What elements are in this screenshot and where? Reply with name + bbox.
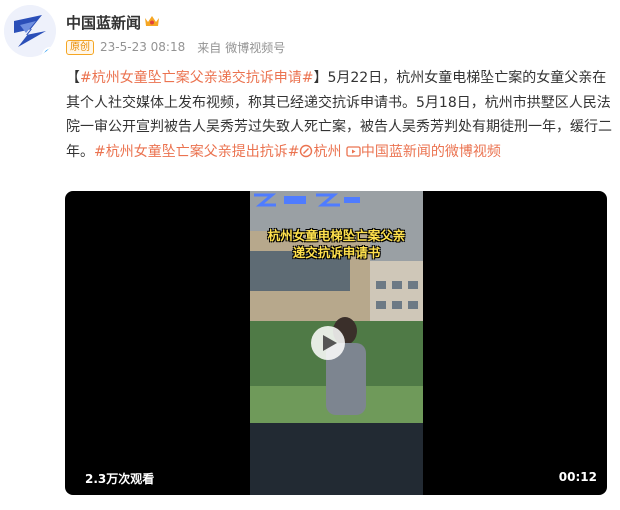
author-name[interactable]: 中国蓝新闻: [66, 12, 141, 33]
crown-icon[interactable]: [143, 13, 161, 29]
weibo-post: v 中国蓝新闻 原创 23-5-23 08:18 来自 微博视频号 【#杭州女童…: [0, 0, 620, 510]
play-button[interactable]: [311, 326, 345, 360]
topic-link-2[interactable]: #杭州女童坠亡案父亲提出抗诉#: [94, 144, 299, 160]
post-source[interactable]: 微博视频号: [225, 39, 285, 56]
location-icon: [300, 144, 313, 157]
video-duration: 00:12: [558, 470, 597, 484]
bracket-close: 】: [313, 70, 328, 86]
view-count: 2.3万次观看: [85, 472, 155, 486]
overlay-line-2: 递交抗诉申请书: [292, 245, 381, 260]
post-meta: 原创 23-5-23 08:18 来自 微博视频号: [66, 39, 285, 55]
post-text: 【#杭州女童坠亡案父亲递交抗诉申请#】5月22日，杭州女童电梯坠亡案的女童父亲在…: [66, 66, 612, 164]
post-time[interactable]: 23-5-23 08:18: [100, 40, 185, 54]
verified-icon: v: [42, 47, 56, 57]
video-link-icon: [346, 145, 361, 157]
overlay-line-1: 杭州女童电梯坠亡案父亲: [267, 228, 406, 243]
video-overlay-title: 杭州女童电梯坠亡案父亲 递交抗诉申请书: [250, 227, 423, 261]
video-player[interactable]: 杭州女童电梯坠亡案父亲 递交抗诉申请书 2.3万次观看 00:12: [65, 191, 607, 495]
video-link[interactable]: 中国蓝新闻的微博视频: [361, 144, 501, 160]
broadcaster-logo-icon: [254, 193, 360, 207]
topic-link[interactable]: #杭州女童坠亡案父亲递交抗诉申请#: [80, 70, 313, 86]
bracket-open: 【: [66, 70, 80, 86]
location-link[interactable]: 杭州: [313, 144, 341, 160]
source-prefix: 来自: [197, 40, 222, 55]
original-badge: 原创: [66, 39, 94, 55]
avatar[interactable]: v: [4, 5, 56, 57]
